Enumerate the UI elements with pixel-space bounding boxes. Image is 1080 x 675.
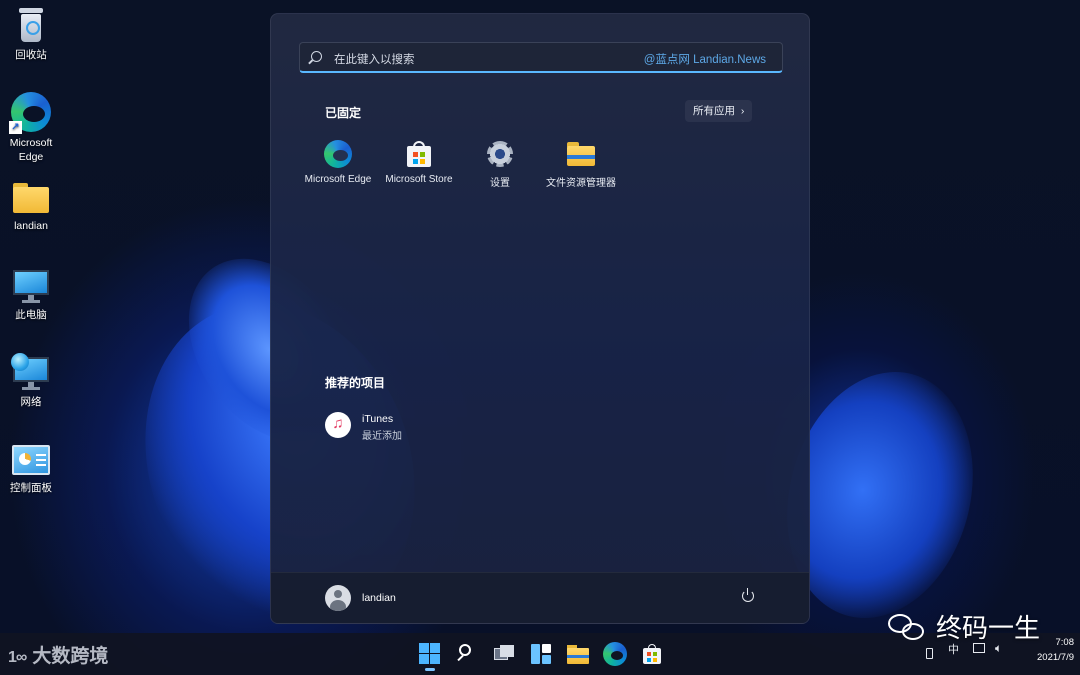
pinned-section-title: 已固定 xyxy=(325,106,362,120)
task-view-icon[interactable] xyxy=(492,642,516,666)
brand-text: 大数跨境 xyxy=(32,646,109,667)
wechat-watermark-text: 终码一生 xyxy=(936,613,1041,643)
desktop-icon-edge[interactable]: ↗ Microsoft Edge xyxy=(0,92,62,164)
store-icon xyxy=(405,140,433,168)
all-apps-label: 所有应用 xyxy=(693,105,735,117)
desktop-icon-label: 网络 xyxy=(20,396,42,408)
computer-icon xyxy=(13,270,49,304)
pinned-app-settings[interactable]: 设置 xyxy=(460,140,540,189)
search-icon xyxy=(311,51,322,62)
desktop-icon-this-pc[interactable]: 此电脑 xyxy=(0,270,62,322)
start-menu-footer: landian xyxy=(271,572,809,623)
volume-icon[interactable]: 🔈︎ xyxy=(995,641,1002,656)
source-watermark: @蓝点网 Landian.News xyxy=(643,54,766,66)
control-panel-icon xyxy=(12,445,50,475)
usb-device-icon[interactable] xyxy=(926,648,933,659)
recommended-item-name: iTunes xyxy=(362,413,394,425)
shortcut-arrow-icon: ↗ xyxy=(9,121,22,134)
all-apps-button[interactable]: 所有应用 › xyxy=(685,100,753,122)
power-icon[interactable] xyxy=(742,588,754,602)
pinned-app-label: 文件资源管理器 xyxy=(546,178,616,189)
desktop-icon-network[interactable]: 网络 xyxy=(0,353,62,409)
input-language-indicator[interactable]: 中 xyxy=(948,641,959,657)
desktop-icon-label: 回收站 xyxy=(15,49,47,61)
desktop-icon-label: landian xyxy=(14,220,48,232)
start-menu: 在此键入以搜索 @蓝点网 Landian.News 已固定 所有应用 › Mic… xyxy=(270,13,810,624)
network-icon xyxy=(11,353,49,391)
recommended-section-title: 推荐的项目 xyxy=(325,376,386,390)
chevron-right-icon: › xyxy=(737,105,745,117)
desktop-icon-label: 此电脑 xyxy=(15,309,47,321)
file-explorer-icon xyxy=(567,140,595,168)
clock-date[interactable]: 2021/7/9 xyxy=(1010,652,1074,663)
brand-logo: 1∞ xyxy=(8,649,27,666)
pinned-app-store[interactable]: Microsoft Store xyxy=(379,140,459,185)
widgets-icon[interactable] xyxy=(529,642,553,666)
pinned-app-edge[interactable]: Microsoft Edge xyxy=(298,140,378,185)
pinned-app-label: Microsoft Store xyxy=(385,174,453,185)
start-search-box[interactable]: 在此键入以搜索 @蓝点网 Landian.News xyxy=(299,42,783,73)
desktop-icon-label: Microsoft Edge xyxy=(9,137,53,163)
folder-icon xyxy=(13,183,49,213)
taskbar-store-icon[interactable] xyxy=(640,642,664,666)
user-name[interactable]: landian xyxy=(362,592,396,604)
clock-time[interactable]: 7:08 xyxy=(1030,637,1075,648)
itunes-icon xyxy=(325,412,351,438)
brand-watermark: 1∞ 大数跨境 xyxy=(8,641,108,668)
desktop-icon-label: 控制面板 xyxy=(10,482,52,494)
start-button[interactable] xyxy=(418,642,442,666)
taskbar-edge-icon[interactable] xyxy=(603,642,627,666)
recycle-bin-icon xyxy=(17,8,45,44)
taskbar-file-explorer-icon[interactable] xyxy=(566,642,590,666)
pinned-app-file-explorer[interactable]: 文件资源管理器 xyxy=(541,140,621,189)
pinned-app-label: 设置 xyxy=(490,178,510,189)
user-avatar-icon[interactable] xyxy=(325,585,351,611)
wechat-icon xyxy=(888,614,928,644)
start-active-indicator xyxy=(425,668,435,671)
network-tray-icon[interactable] xyxy=(973,643,985,653)
recommended-item-subtitle: 最近添加 xyxy=(362,431,402,442)
desktop-icon-control-panel[interactable]: 控制面板 xyxy=(0,445,62,495)
search-placeholder: 在此键入以搜索 xyxy=(334,54,415,66)
pinned-app-label: Microsoft Edge xyxy=(304,174,372,185)
settings-gear-icon xyxy=(486,140,514,168)
desktop-icon-recycle-bin[interactable]: 回收站 xyxy=(0,8,62,62)
edge-icon: ↗ xyxy=(9,92,51,134)
taskbar-search-icon[interactable] xyxy=(455,642,479,666)
desktop-icon-landian-folder[interactable]: landian xyxy=(0,183,62,233)
edge-icon xyxy=(324,140,352,168)
